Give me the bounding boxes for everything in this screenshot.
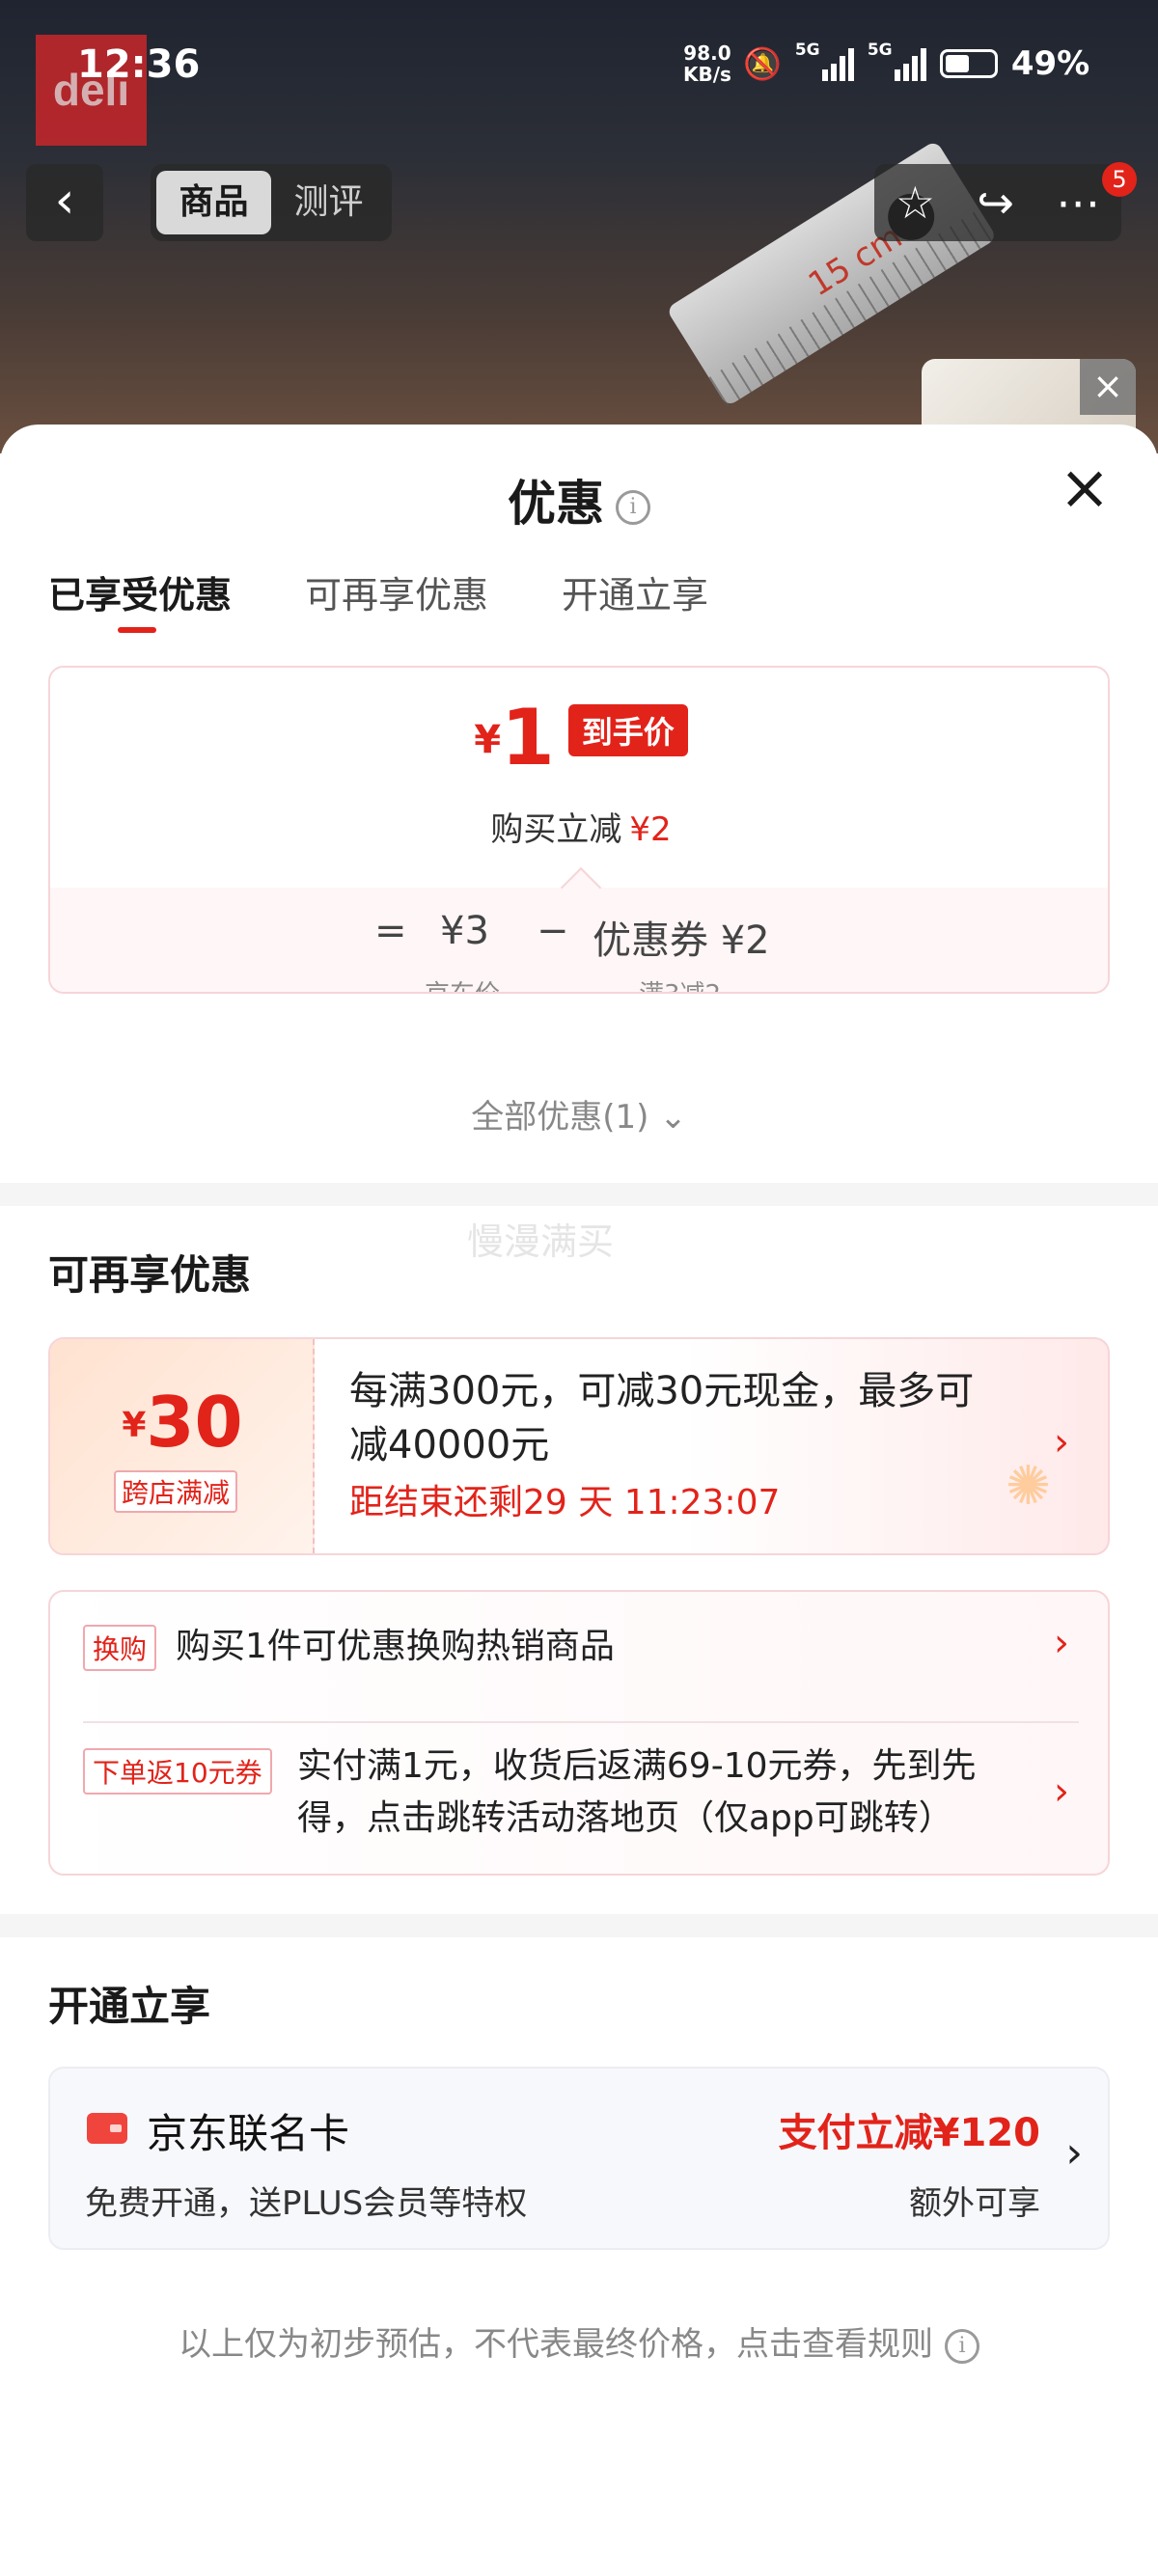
watermark-text: 慢漫满买: [467, 1220, 615, 1263]
section-title-more: 可再享优惠: [48, 1251, 252, 1299]
promo-tabs: 已享受优惠 可再享优惠 开通立享: [48, 565, 708, 633]
promo-tag-exchange: 换购: [83, 1625, 157, 1671]
price-card: ¥1到手价 购买立减¥2 = ¥3 − 优惠券 ¥2 京东价 满3减2: [48, 666, 1110, 994]
tab-enjoyed[interactable]: 已享受优惠: [48, 565, 232, 633]
firework-decoration: ✺: [1006, 1455, 1051, 1518]
promo-divider: [83, 1721, 1079, 1723]
chevron-left-icon: ‹: [54, 172, 75, 230]
coupon-description-line: 每满300元，可减30元现金，最多可: [349, 1369, 975, 1413]
close-icon: ×: [1059, 452, 1111, 524]
all-promotions-label: 全部优惠(1): [471, 1098, 649, 1137]
equals-sign: =: [374, 909, 407, 953]
promo-text-exchange[interactable]: 购买1件可优惠换购热销商品: [176, 1621, 615, 1673]
card-extra-label: 额外可享: [909, 2184, 1040, 2223]
tab-more-available[interactable]: 可再享优惠: [305, 565, 488, 618]
section-divider: [0, 1183, 1158, 1206]
status-bar: 12:36 98.0 KB/s 🔕 5G 5G 49%: [0, 0, 1158, 135]
chevron-right-icon: ›: [1054, 1420, 1069, 1465]
notification-badge: 5: [1102, 162, 1137, 197]
tab-product[interactable]: 商品: [156, 171, 271, 234]
all-promotions-toggle[interactable]: 全部优惠(1) ⌄: [0, 1090, 1158, 1137]
more-icon[interactable]: ⋯: [1056, 177, 1100, 229]
tab-open-enjoy[interactable]: 开通立享: [562, 565, 708, 618]
signal-label: 5G: [794, 41, 820, 60]
coupon-description-line: 减40000元: [349, 1423, 550, 1467]
jd-cobrand-card-offer[interactable]: 京东联名卡 免费开通，送PLUS会员等特权 支付立减¥120 额外可享 ›: [48, 2067, 1110, 2250]
coupon-amount: ¥30: [50, 1382, 315, 1463]
promo-text-line: 实付满1元，收货后返满69-10元券，先到先: [297, 1746, 977, 1786]
price-disclaimer[interactable]: 以上仅为初步预估，不代表最终价格，点击查看规则 i: [0, 2317, 1158, 2365]
coupon-description: 每满300元，可减30元现金，最多可 减40000元: [349, 1364, 1063, 1472]
chevron-right-icon: ›: [1065, 2128, 1083, 2178]
network-speed: 98.0 KB/s: [683, 42, 731, 85]
share-icon[interactable]: ↪: [977, 177, 1014, 229]
cross-store-coupon[interactable]: ¥30 跨店满减 每满300元，可减30元现金，最多可 减40000元 距结束还…: [48, 1337, 1110, 1555]
battery-percent: 49%: [1010, 44, 1090, 83]
promotion-list: 换购 购买1件可优惠换购热销商品 › 下单返10元券 实付满1元，收货后返满69…: [48, 1590, 1110, 1876]
final-price-tag: 到手价: [567, 704, 688, 756]
chevron-down-icon: ⌄: [659, 1098, 687, 1137]
price-breakdown: = ¥3 − 优惠券 ¥2 京东价 满3减2: [50, 866, 1108, 992]
card-pay-benefit: 支付立减¥120: [778, 2111, 1040, 2155]
coupon-type-badge: 跨店满减: [114, 1470, 238, 1513]
instant-discount: 购买立减 ¥2: [50, 803, 1108, 850]
promo-text-return-coupon[interactable]: 实付满1元，收货后返满69-10元券，先到先 得，点击跳转活动落地页（仅app可…: [297, 1740, 977, 1845]
coupon-deduction: 优惠券 ¥2: [593, 918, 770, 963]
base-price: ¥3: [440, 909, 489, 953]
battery-icon: [939, 49, 998, 78]
signal-icon: 5G: [868, 41, 926, 81]
promo-text-line: 得，点击跳转活动落地页（仅app可跳转）: [297, 1798, 953, 1838]
currency-symbol: ¥: [122, 1406, 147, 1445]
sheet-title: 优惠 i: [0, 465, 1158, 534]
base-price-label: 京东价: [425, 974, 500, 992]
sheet-title-text: 优惠: [508, 476, 604, 532]
close-icon[interactable]: ×: [1080, 359, 1136, 415]
clock: 12:36: [77, 42, 201, 87]
net-speed-value: 98.0: [683, 41, 731, 65]
final-price: ¥1 到手价: [50, 693, 1108, 782]
minus-sign: −: [537, 909, 569, 953]
instant-discount-label: 购买立减: [490, 810, 622, 849]
coupon-rule-label: 满3减2: [639, 974, 721, 992]
promo-tag-return-coupon: 下单返10元券: [83, 1748, 272, 1795]
coupon-amount-panel: ¥30 跨店满减: [50, 1339, 315, 1553]
card-name: 京东联名卡: [147, 2110, 350, 2157]
info-icon[interactable]: i: [945, 2328, 979, 2364]
info-icon[interactable]: i: [616, 489, 650, 525]
promotion-sheet: 优惠 i × 已享受优惠 可再享优惠 开通立享 ¥1 到手价 购买立减 ¥2 = ¥3…: [0, 425, 1158, 2576]
section-divider: [0, 1914, 1158, 1937]
final-price-value: 1: [501, 693, 555, 782]
nav-actions: ☆ ↪ ⋯: [874, 164, 1121, 241]
currency-symbol: ¥: [474, 718, 502, 762]
signal-icon: 5G: [795, 41, 854, 81]
disclaimer-text: 以上仅为初步预估，不代表最终价格，点击查看规则: [179, 2325, 933, 2364]
star-icon[interactable]: ☆: [896, 177, 935, 229]
status-icons: 🔕 5G 5G 49%: [743, 41, 1090, 83]
credit-card-icon: [87, 2113, 127, 2144]
coupon-amount-value: 30: [146, 1382, 243, 1463]
back-button[interactable]: ‹: [26, 164, 103, 241]
product-tabs: 商品 测评: [151, 164, 392, 241]
price-summary: ¥1 到手价 购买立减 ¥2: [50, 668, 1108, 888]
section-title-open: 开通立享: [48, 1983, 211, 2030]
instant-discount-amount: ¥2: [629, 810, 672, 849]
chevron-right-icon[interactable]: ›: [1054, 1769, 1069, 1814]
tab-review[interactable]: 测评: [271, 171, 386, 234]
card-subtitle: 免费开通，送PLUS会员等特权: [85, 2184, 528, 2223]
net-speed-unit: KB/s: [683, 63, 731, 86]
close-button[interactable]: ×: [1056, 457, 1114, 519]
coupon-countdown: 距结束还剩29 天 11:23:07: [349, 1483, 781, 1522]
mute-bell-icon: 🔕: [743, 45, 782, 82]
chevron-right-icon[interactable]: ›: [1054, 1621, 1069, 1665]
signal-label: 5G: [867, 41, 893, 60]
